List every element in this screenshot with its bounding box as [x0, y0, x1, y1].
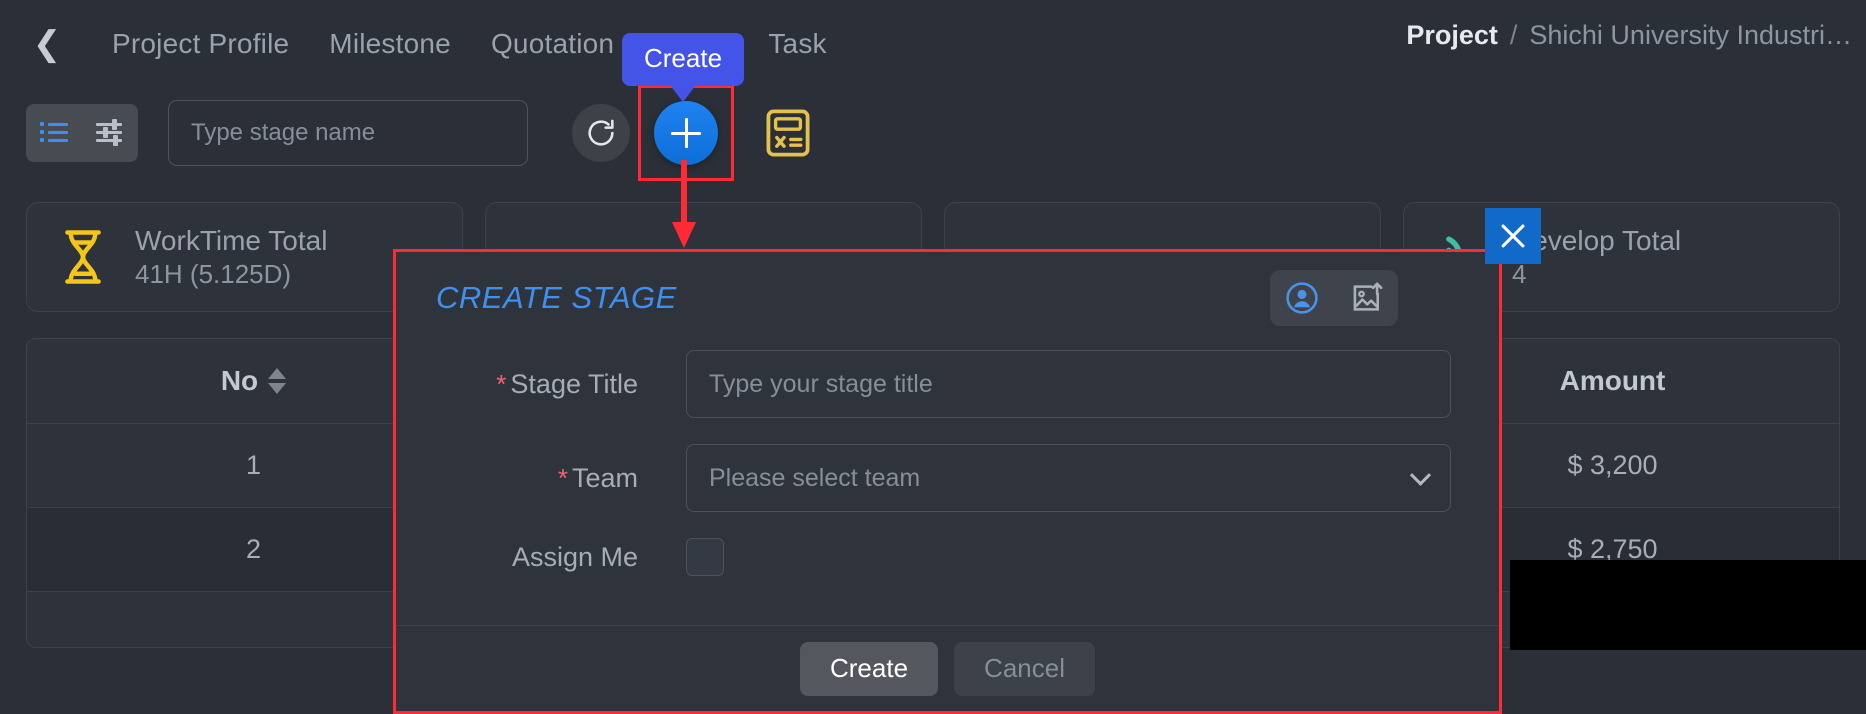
- image-upload-icon: [1353, 282, 1383, 311]
- calculator-button[interactable]: [764, 107, 812, 159]
- stage-title-label: * Stage Title: [436, 369, 686, 400]
- modal-body: *Stage Title *Team Please select team: [396, 344, 1499, 576]
- label-text: Team: [571, 462, 638, 493]
- team-control: Please select team: [686, 444, 1459, 512]
- toolbar: [0, 85, 1866, 181]
- sort-arrows-icon[interactable]: [268, 367, 287, 394]
- required-asterisk: *: [557, 462, 568, 493]
- tab-task[interactable]: Task: [748, 28, 846, 60]
- top-navigation: ❮ Project Profile Milestone Quotation St…: [0, 0, 1866, 88]
- back-chevron-icon[interactable]: ❮: [30, 24, 64, 64]
- breadcrumb-separator: /: [1509, 20, 1518, 50]
- modal-header: CREATE STAGE: [396, 208, 1541, 344]
- view-toggle-group: [26, 104, 138, 162]
- stage-title-input[interactable]: [686, 350, 1451, 418]
- breadcrumb: Project / Shichi University Industri…: [1406, 20, 1852, 51]
- create-tooltip: Create: [622, 33, 745, 102]
- stat-label: WorkTime Total: [135, 225, 328, 257]
- tab-project-profile[interactable]: Project Profile: [92, 28, 309, 60]
- team-label: * Team: [436, 463, 686, 494]
- label-text: Stage Title: [510, 368, 638, 399]
- annotation-arrow: [672, 160, 696, 248]
- calculator-icon: [766, 109, 810, 157]
- modal-close-button[interactable]: [1485, 208, 1541, 264]
- search-box[interactable]: [168, 100, 528, 166]
- refresh-button[interactable]: [572, 104, 630, 162]
- assign-me-control: [686, 538, 1459, 576]
- refresh-icon: [588, 119, 614, 146]
- required-asterisk: *: [496, 368, 507, 399]
- tab-milestone[interactable]: Milestone: [309, 28, 471, 60]
- add-stage-button-wrap: [638, 85, 734, 181]
- create-button[interactable]: Create: [800, 641, 939, 696]
- column-label: No: [220, 364, 259, 396]
- image-upload-button[interactable]: [1348, 280, 1384, 316]
- create-stage-modal: CREATE STAGE * Stage Title Type your sta…: [393, 208, 1541, 714]
- assign-me-label: Assign Me: [511, 541, 638, 572]
- team-select[interactable]: Please select team: [686, 444, 1451, 512]
- list-view-icon: [40, 122, 68, 144]
- stat-value: 41H (5.125D): [135, 259, 292, 290]
- breadcrumb-leaf: Shichi University Industri…: [1529, 20, 1852, 50]
- field-row-team: * Team Please select team: [436, 444, 1459, 512]
- filter-view-icon: [96, 119, 124, 146]
- field-row-assign-me: Assign Me: [436, 538, 1459, 576]
- list-view-button[interactable]: [32, 111, 76, 155]
- user-circle-button[interactable]: [1284, 280, 1320, 316]
- cancel-button[interactable]: Cancel: [954, 641, 1095, 696]
- column-label: Amount: [1559, 364, 1666, 396]
- app-root: ❮ Project Profile Milestone Quotation St…: [0, 0, 1866, 714]
- field-row-stage-title: * Stage Title: [436, 350, 1459, 418]
- modal-title: CREATE STAGE: [436, 280, 677, 315]
- stat-text: WorkTime Total 41H (5.125D): [135, 223, 327, 291]
- tab-quotation[interactable]: Quotation: [471, 28, 634, 60]
- modal-header-icon-group: [1270, 270, 1398, 326]
- modal-footer: Create Cancel: [396, 625, 1499, 711]
- chevron-down-icon: [1409, 464, 1432, 486]
- user-circle-icon: [1286, 282, 1318, 314]
- table-footer-strip: [1510, 560, 1866, 650]
- add-stage-button[interactable]: [654, 101, 718, 165]
- filter-view-button[interactable]: [88, 111, 132, 155]
- search-input[interactable]: [191, 119, 505, 147]
- breadcrumb-root[interactable]: Project: [1406, 20, 1498, 51]
- close-icon: [1501, 224, 1525, 248]
- assign-me-checkbox[interactable]: [686, 538, 724, 576]
- team-select-placeholder: Please select team: [709, 463, 921, 492]
- stage-title-control: [686, 350, 1459, 418]
- hourglass-icon: [65, 230, 101, 284]
